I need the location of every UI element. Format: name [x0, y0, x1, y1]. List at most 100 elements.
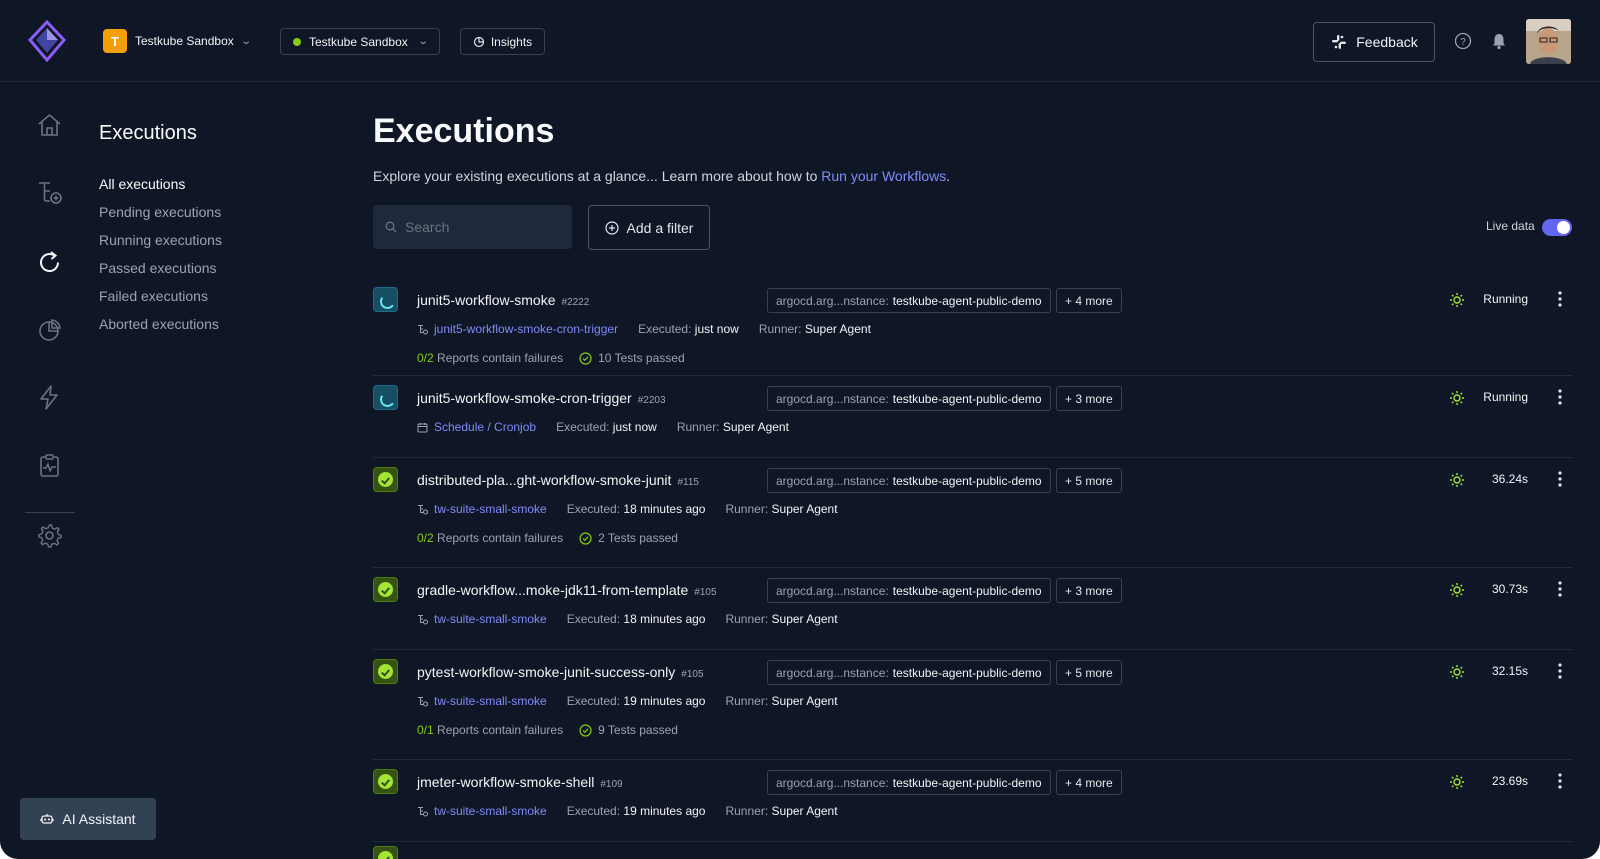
label-tag[interactable]: argocd.arg...nstance: testkube-agent-publ… [767, 660, 1051, 685]
execution-row[interactable]: distributed-pla...ght-workflow-smoke-jun… [373, 458, 1572, 568]
workflow-name[interactable]: junit5-workflow-smoke-cron-trigger #2203 [417, 390, 666, 406]
top-bar: T Testkube Sandbox ⌄ Testkube Sandbox ⌄ … [0, 0, 1600, 82]
trigger-link[interactable]: junit5-workflow-smoke-cron-trigger [417, 322, 618, 336]
more-vertical-icon[interactable] [1558, 772, 1562, 790]
feedback-label: Feedback [1356, 34, 1418, 50]
check-circle-icon [579, 351, 592, 365]
executed-label: Executed: [556, 420, 610, 434]
more-labels-button[interactable]: + 3 more [1056, 386, 1122, 411]
workflow-name[interactable]: pytest-workflow-smoke-junit-success-only… [417, 664, 704, 680]
live-data-toggle[interactable] [1542, 219, 1572, 236]
trigger-link[interactable]: tw-suite-small-smoke [417, 694, 547, 708]
trigger-name: junit5-workflow-smoke-cron-trigger [434, 322, 619, 336]
subnav-item-passed[interactable]: Passed executions [99, 260, 217, 276]
workflow-trigger-icon [418, 504, 428, 514]
trigger-link[interactable]: tw-suite-small-smoke [417, 612, 547, 626]
more-labels-button[interactable]: + 4 more [1056, 770, 1122, 795]
label-tag[interactable]: argocd.arg...nstance: testkube-agent-publ… [767, 288, 1051, 313]
execution-row[interactable]: gradle-workflow...moke-jdk11-from-templa… [373, 568, 1572, 650]
workflow-name[interactable]: jmeter-workflow-smoke-shell #109 [417, 774, 623, 790]
more-vertical-icon[interactable] [1558, 290, 1562, 308]
org-avatar: T [103, 29, 127, 53]
insights-button[interactable]: Insights [460, 28, 545, 55]
analytics-pie-icon[interactable] [36, 317, 63, 344]
label-tag[interactable]: argocd.arg...nstance: testkube-agent-publ… [767, 770, 1051, 795]
execution-row[interactable]: junit5-workflow-smoke #2222 argocd.arg...n… [373, 278, 1572, 376]
help-icon[interactable]: ? [1454, 32, 1472, 50]
subnav-item-running[interactable]: Running executions [99, 232, 222, 248]
workflow-name-text: junit5-workflow-smoke-cron-trigger [417, 390, 632, 406]
ai-assistant-button[interactable]: AI Assistant [20, 798, 156, 840]
icon-rail [0, 82, 98, 859]
environment-selector[interactable]: Testkube Sandbox ⌄ [280, 28, 440, 55]
subnav-item-all[interactable]: All executions [99, 176, 185, 192]
reports-failures: 0/2 Reports contain failures [417, 531, 563, 545]
reports-clipboard-icon[interactable] [36, 452, 63, 479]
more-vertical-icon[interactable] [1558, 470, 1562, 488]
more-vertical-icon[interactable] [1558, 662, 1562, 680]
more-labels-button[interactable]: + 5 more [1056, 468, 1122, 493]
tests-passed: 2 Tests passed [579, 531, 678, 545]
reports-failures: 0/1 Reports contain failures [417, 723, 563, 737]
trigger-link[interactable]: tw-suite-small-smoke [417, 502, 547, 516]
workflow-name-text: pytest-workflow-smoke-junit-success-only [417, 664, 676, 680]
add-filter-button[interactable]: Add a filter [588, 205, 710, 250]
subnav-item-failed[interactable]: Failed executions [99, 288, 208, 304]
execution-number: #105 [681, 669, 704, 680]
execution-meta: junit5-workflow-smoke-cron-trigger Execut… [417, 322, 871, 336]
subnav-item-aborted[interactable]: Aborted executions [99, 316, 219, 332]
gear-icon[interactable] [36, 522, 63, 549]
app-window: T Testkube Sandbox ⌄ Testkube Sandbox ⌄ … [0, 0, 1600, 859]
trigger-link[interactable]: Schedule / Cronjob [417, 420, 536, 434]
execution-row[interactable]: junit5-workflow-smoke-cron-trigger #2203 a… [373, 376, 1572, 458]
ai-assistant-label: AI Assistant [62, 811, 136, 827]
workflow-name[interactable]: junit5-workflow-smoke #2222 [417, 292, 589, 308]
add-filter-label: Add a filter [626, 219, 694, 236]
testkube-logo[interactable] [28, 20, 66, 62]
workflow-add-icon[interactable] [36, 179, 63, 206]
search-input[interactable]: Search [373, 205, 572, 249]
feedback-button[interactable]: Feedback [1313, 22, 1435, 62]
bell-icon[interactable] [1490, 32, 1508, 50]
sun-icon [1450, 391, 1464, 405]
executions-icon[interactable] [36, 249, 63, 276]
execution-duration: Running [1483, 292, 1528, 306]
workflow-trigger-icon [418, 614, 428, 624]
user-avatar[interactable] [1526, 19, 1571, 64]
run-workflows-link[interactable]: Run your Workflows [821, 168, 946, 184]
executed-label: Executed: [566, 694, 621, 708]
more-vertical-icon[interactable] [1558, 580, 1562, 598]
runner-info: Runner: Super Agent [759, 322, 871, 336]
subnav-title: Executions [99, 122, 197, 144]
triggers-bolt-icon[interactable] [36, 384, 63, 411]
env-name: Testkube Sandbox [309, 34, 408, 49]
more-labels-button[interactable]: + 5 more [1056, 660, 1122, 685]
workflow-name[interactable]: distributed-pla...ght-workflow-smoke-jun… [417, 472, 699, 488]
execution-row-partial [373, 842, 1572, 859]
execution-meta: tw-suite-small-smoke Executed: 18 minutes… [417, 502, 838, 516]
home-icon[interactable] [36, 112, 63, 139]
more-labels-button[interactable]: + 4 more [1056, 288, 1122, 313]
passed-status-icon [373, 467, 398, 492]
runner-name: Super Agent [771, 694, 838, 708]
runner-name: Super Agent [771, 612, 838, 626]
label-tag[interactable]: argocd.arg...nstance: testkube-agent-publ… [767, 386, 1051, 411]
subnav-item-pending[interactable]: Pending executions [99, 204, 221, 220]
label-tag[interactable]: argocd.arg...nstance: testkube-agent-publ… [767, 578, 1051, 603]
execution-number: #2203 [637, 395, 666, 406]
label-tag[interactable]: argocd.arg...nstance: testkube-agent-publ… [767, 468, 1051, 493]
label-key: argocd.arg...nstance: [776, 665, 889, 680]
execution-row[interactable]: jmeter-workflow-smoke-shell #109 argocd.ar… [373, 760, 1572, 842]
sun-icon [1450, 583, 1464, 597]
execution-row[interactable]: pytest-workflow-smoke-junit-success-only… [373, 650, 1572, 760]
workflow-name[interactable]: gradle-workflow...moke-jdk11-from-templa… [417, 582, 717, 598]
trigger-link[interactable]: tw-suite-small-smoke [417, 804, 547, 818]
more-vertical-icon[interactable] [1558, 388, 1562, 406]
org-selector[interactable]: T Testkube Sandbox ⌄ [103, 29, 252, 53]
label-key: argocd.arg...nstance: [776, 583, 889, 598]
more-labels-button[interactable]: + 3 more [1056, 578, 1122, 603]
executed-time: just now [694, 322, 739, 336]
executed-info: Executed: 18 minutes ago [567, 612, 706, 626]
label-key: argocd.arg...nstance: [776, 775, 889, 790]
runner-label: Runner: [676, 420, 720, 434]
